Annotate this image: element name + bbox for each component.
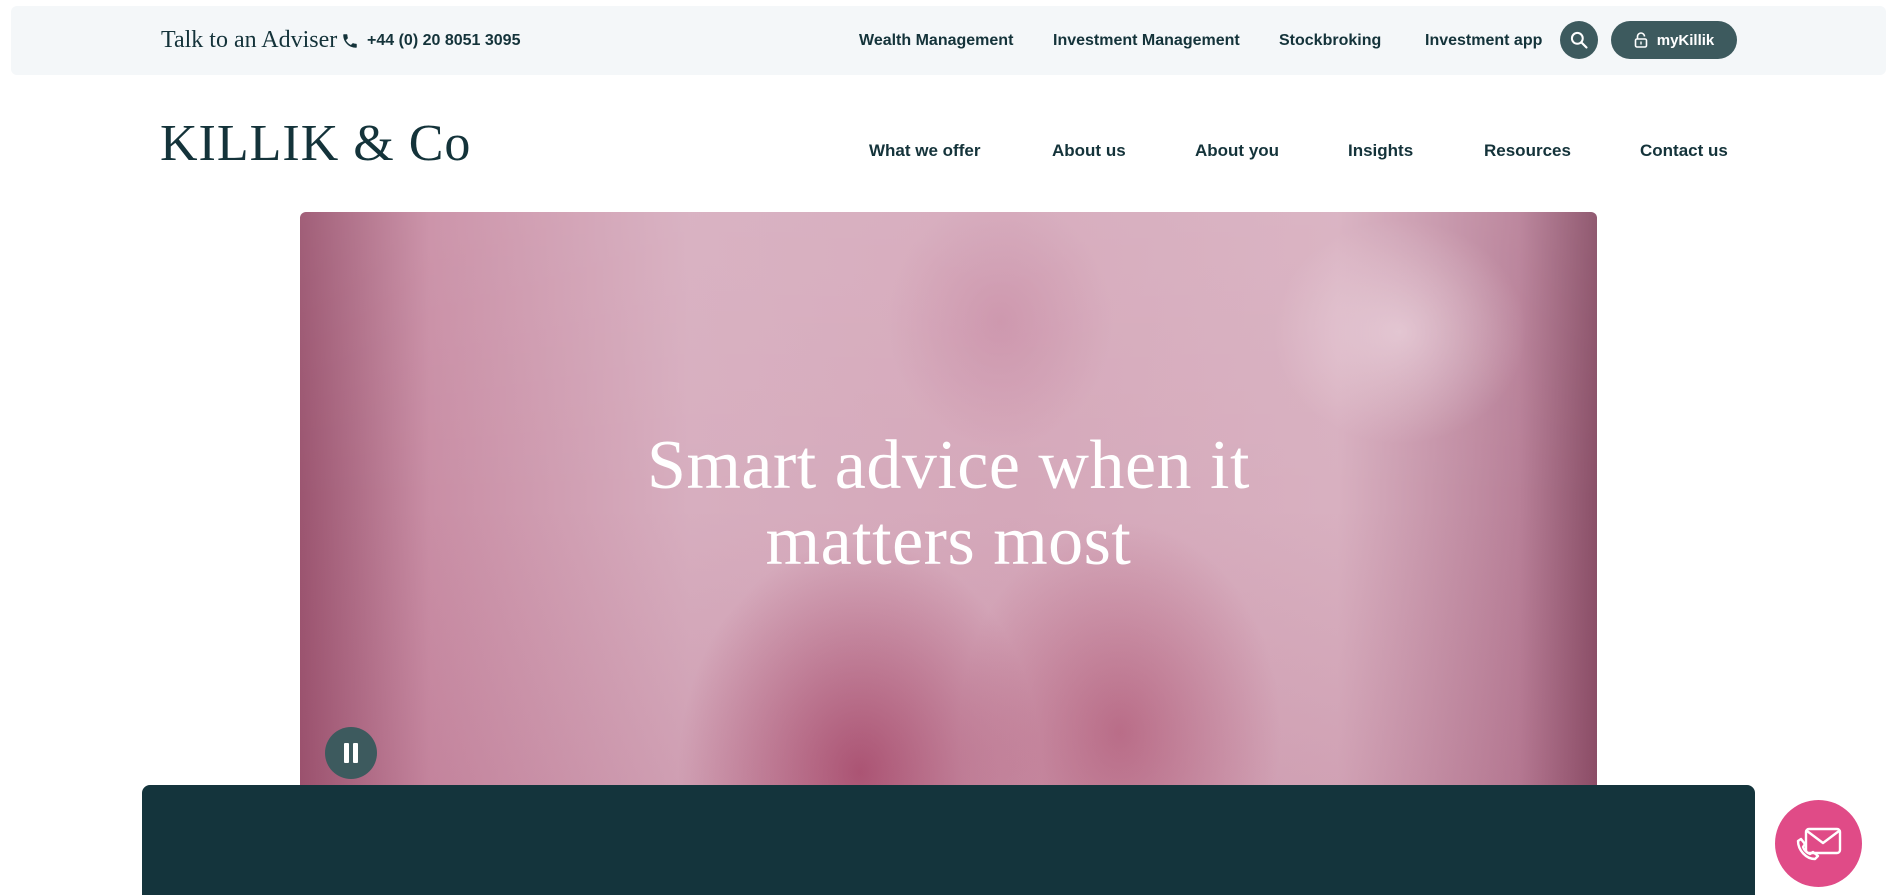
link-stockbroking[interactable]: Stockbroking (1279, 6, 1381, 75)
mykillik-label: myKillik (1656, 31, 1715, 49)
phone-envelope-icon (1796, 827, 1841, 860)
mykillik-login-button[interactable]: myKillik (1611, 21, 1737, 59)
hero-title-line-2: matters most (765, 503, 1132, 580)
nav-contact-us[interactable]: Contact us (1640, 136, 1728, 166)
link-wealth-management[interactable]: Wealth Management (859, 6, 1013, 75)
search-icon (1570, 31, 1588, 49)
top-utility-bar: Talk to an Adviser +44 (0) 20 8051 3095 … (11, 6, 1886, 75)
search-button[interactable] (1560, 21, 1598, 59)
phone-number: +44 (0) 20 8051 3095 (367, 31, 521, 49)
dark-content-panel (142, 785, 1755, 895)
hero-video: Smart advice when it matters most (300, 212, 1597, 802)
pause-video-button[interactable] (325, 727, 377, 779)
killik-logo[interactable]: KILLIK & Co (160, 114, 471, 174)
link-investment-management[interactable]: Investment Management (1053, 6, 1240, 75)
nav-insights[interactable]: Insights (1348, 136, 1413, 166)
nav-about-us[interactable]: About us (1052, 136, 1126, 166)
hero-title: Smart advice when it matters most (600, 428, 1297, 580)
phone-link[interactable]: +44 (0) 20 8051 3095 (341, 6, 520, 75)
lock-icon (1634, 32, 1648, 48)
nav-what-we-offer[interactable]: What we offer (869, 136, 980, 166)
nav-resources[interactable]: Resources (1484, 136, 1571, 166)
talk-to-adviser-label: Talk to an Adviser (161, 27, 338, 53)
phone-icon (343, 33, 357, 48)
hero-title-line-1: Smart advice when it (647, 427, 1250, 504)
link-investment-app[interactable]: Investment app (1425, 6, 1542, 75)
pause-icon (344, 743, 358, 763)
nav-about-you[interactable]: About you (1195, 136, 1279, 166)
contact-floating-button[interactable] (1775, 800, 1862, 887)
